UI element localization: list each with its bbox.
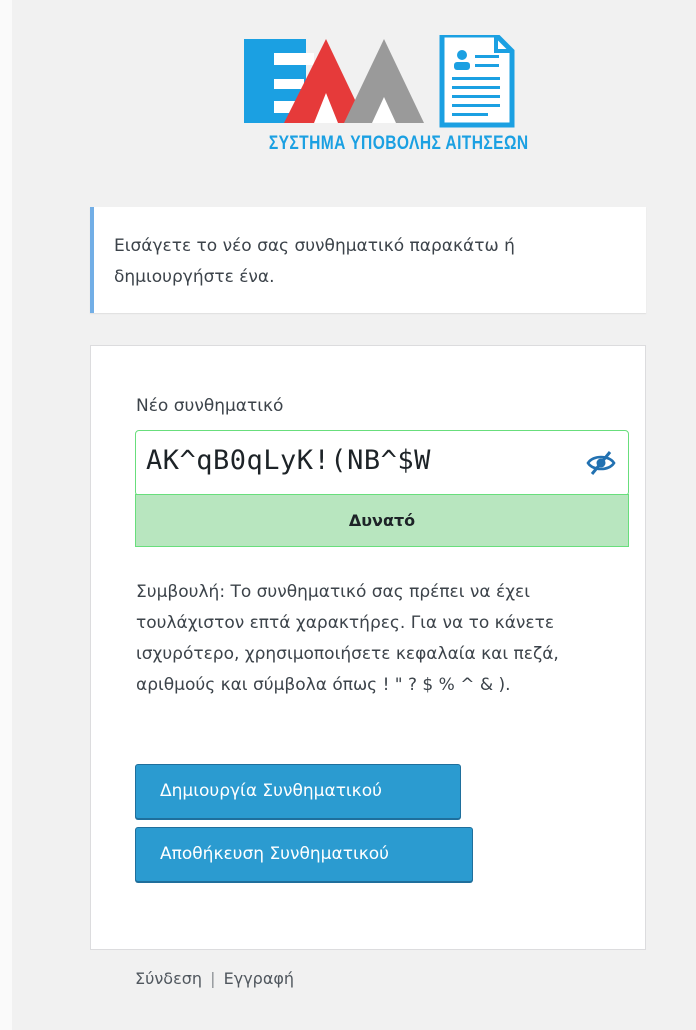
password-value[interactable]: AK^qB0qLyK!(NB^$W xyxy=(146,445,431,476)
register-link[interactable]: Εγγραφή xyxy=(224,969,294,988)
reset-password-form: Νέο συνθηματικό AK^qB0qLyK!(NB^$W Δυνατό… xyxy=(90,345,646,950)
link-separator: | xyxy=(210,969,216,988)
site-logo[interactable]: ΣΥΣΤΗΜΑ ΥΠΟΒΟΛΗΣ ΑΙΤΗΣΕΩΝ xyxy=(244,32,529,165)
save-password-button[interactable]: Αποθήκευση Συνθηματικού xyxy=(135,827,473,882)
password-label: Νέο συνθηματικό xyxy=(136,396,284,416)
password-hint: Συμβουλή: Το συνθηματικό σας πρέπει να έ… xyxy=(136,582,559,695)
info-message: Εισάγετε το νέο σας συνθηματικό παρακάτω… xyxy=(90,207,646,313)
logo-caption: ΣΥΣΤΗΜΑ ΥΠΟΒΟΛΗΣ ΑΙΤΗΣΕΩΝ xyxy=(268,133,529,154)
password-strength-meter: Δυνατό xyxy=(135,494,629,547)
left-edge xyxy=(0,0,12,1030)
info-message-text: Εισάγετε το νέο σας συνθηματικό παρακάτω… xyxy=(114,236,515,287)
eye-slash-icon[interactable] xyxy=(586,449,616,477)
new-password-input[interactable]: AK^qB0qLyK!(NB^$W xyxy=(135,430,629,496)
logo-graphic xyxy=(244,32,515,128)
generate-password-button[interactable]: Δημιουργία Συνθηματικού xyxy=(135,764,461,819)
document-icon xyxy=(439,32,515,128)
login-link[interactable]: Σύνδεση xyxy=(135,969,202,988)
footer-nav: Σύνδεση | Εγγραφή xyxy=(135,969,294,988)
